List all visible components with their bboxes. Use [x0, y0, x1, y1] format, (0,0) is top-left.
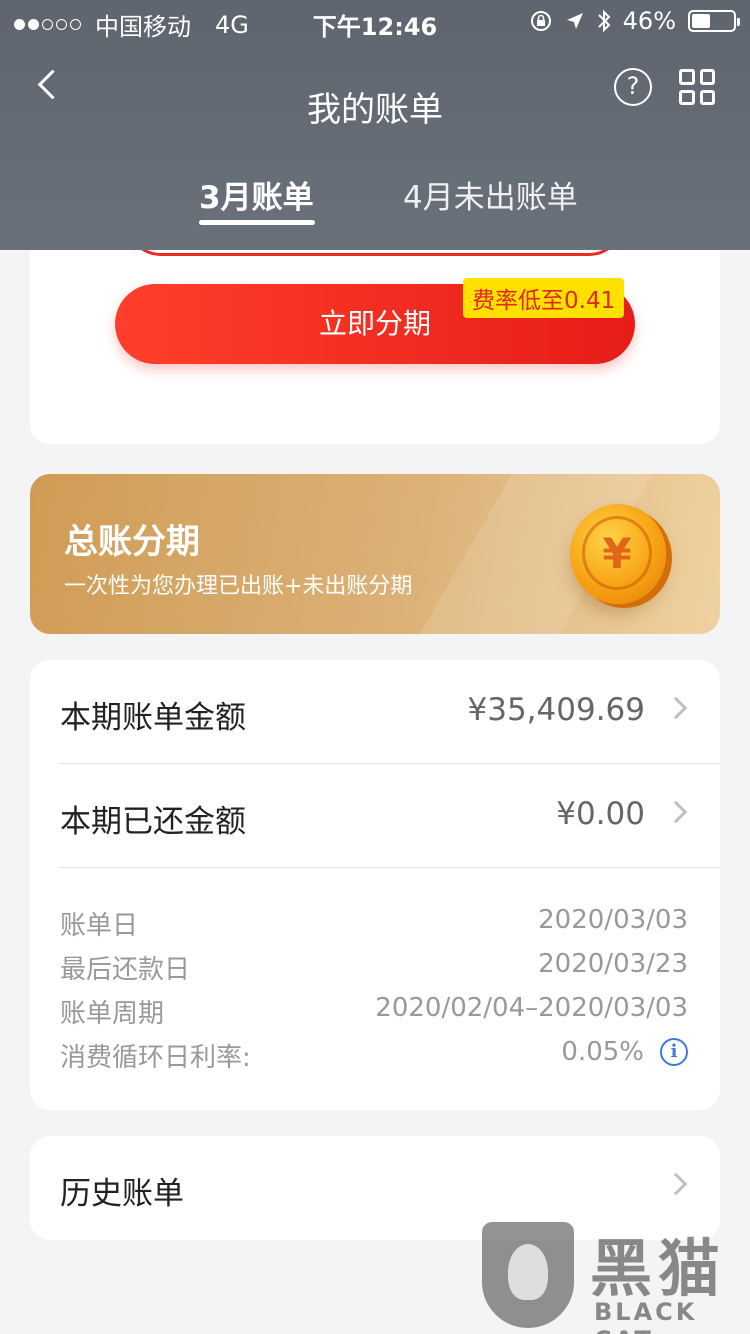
status-right: 46%	[529, 7, 740, 35]
statement-date-row: 账单日 2020/03/03	[60, 905, 688, 941]
tab-april-unbilled[interactable]: 4月未出账单	[403, 172, 578, 217]
bill-amount-value: ¥35,409.69	[467, 692, 646, 728]
chevron-right-icon	[664, 696, 688, 720]
chevron-right-icon	[664, 1172, 688, 1196]
black-cat-watermark: 黑猫 BLACK CAT	[478, 1218, 750, 1334]
bill-summary-card: 本期账单金额 ¥35,409.69 本期已还金额 ¥0.00 账单日 2020/…	[30, 660, 720, 1110]
banner-title: 总账分期	[64, 522, 200, 562]
divider	[60, 867, 720, 868]
paid-amount-label: 本期已还金额	[60, 804, 246, 840]
battery-percent: 46%	[622, 7, 676, 35]
due-date-value: 2020/03/23	[538, 949, 688, 979]
rate-badge: 费率低至0.41	[463, 278, 625, 318]
chevron-right-icon	[664, 800, 688, 824]
history-bill-label: 历史账单	[60, 1176, 184, 1212]
gold-coin-icon: ¥	[570, 504, 666, 604]
bill-amount-label: 本期账单金额	[60, 700, 246, 736]
tab-march-bill[interactable]: 3月账单	[199, 172, 314, 217]
paid-amount-value: ¥0.00	[556, 796, 645, 832]
billing-cycle-value: 2020/02/04–2020/03/03	[375, 993, 688, 1023]
bluetooth-icon	[597, 9, 611, 33]
due-date-row: 最后还款日 2020/03/23	[60, 949, 688, 985]
banner-subtitle: 一次性为您办理已出账+未出账分期	[64, 574, 413, 599]
billing-cycle-label: 账单周期	[60, 999, 165, 1029]
statement-date-label: 账单日	[60, 911, 139, 941]
bill-amount-row[interactable]: 本期账单金额 ¥35,409.69	[30, 660, 720, 764]
info-icon[interactable]: i	[660, 1038, 688, 1066]
cat-shield-icon	[482, 1222, 574, 1328]
grid-menu-icon[interactable]	[679, 69, 715, 105]
paid-amount-row[interactable]: 本期已还金额 ¥0.00	[30, 764, 720, 868]
watermark-cn-text: 黑猫	[590, 1232, 727, 1305]
total-installment-banner[interactable]: 总账分期 一次性为您办理已出账+未出账分期 ¥	[30, 474, 720, 634]
daily-rate-value: 0.05%	[561, 1037, 644, 1067]
help-icon[interactable]: ?	[614, 68, 652, 106]
battery-fill	[692, 14, 711, 28]
due-date-label: 最后还款日	[60, 955, 191, 985]
watermark-en-text: BLACK CAT	[594, 1298, 698, 1334]
lock-rotation-icon	[530, 11, 551, 31]
battery-icon	[688, 10, 740, 32]
header: 中国移动 4G 下午12:46 46% 我的账单 ? 3月账单 4月未出账单	[0, 0, 750, 250]
daily-rate-label: 消费循环日利率:	[60, 1043, 251, 1073]
billing-cycle-row: 账单周期 2020/02/04–2020/03/03	[60, 993, 688, 1029]
yen-symbol: ¥	[582, 516, 652, 590]
active-tab-indicator	[199, 220, 315, 225]
daily-rate-row: 消费循环日利率: 0.05% i	[60, 1037, 690, 1073]
statement-date-value: 2020/03/03	[538, 905, 688, 935]
location-arrow-icon	[566, 13, 583, 29]
status-bar: 中国移动 4G 下午12:46 46%	[0, 0, 750, 42]
